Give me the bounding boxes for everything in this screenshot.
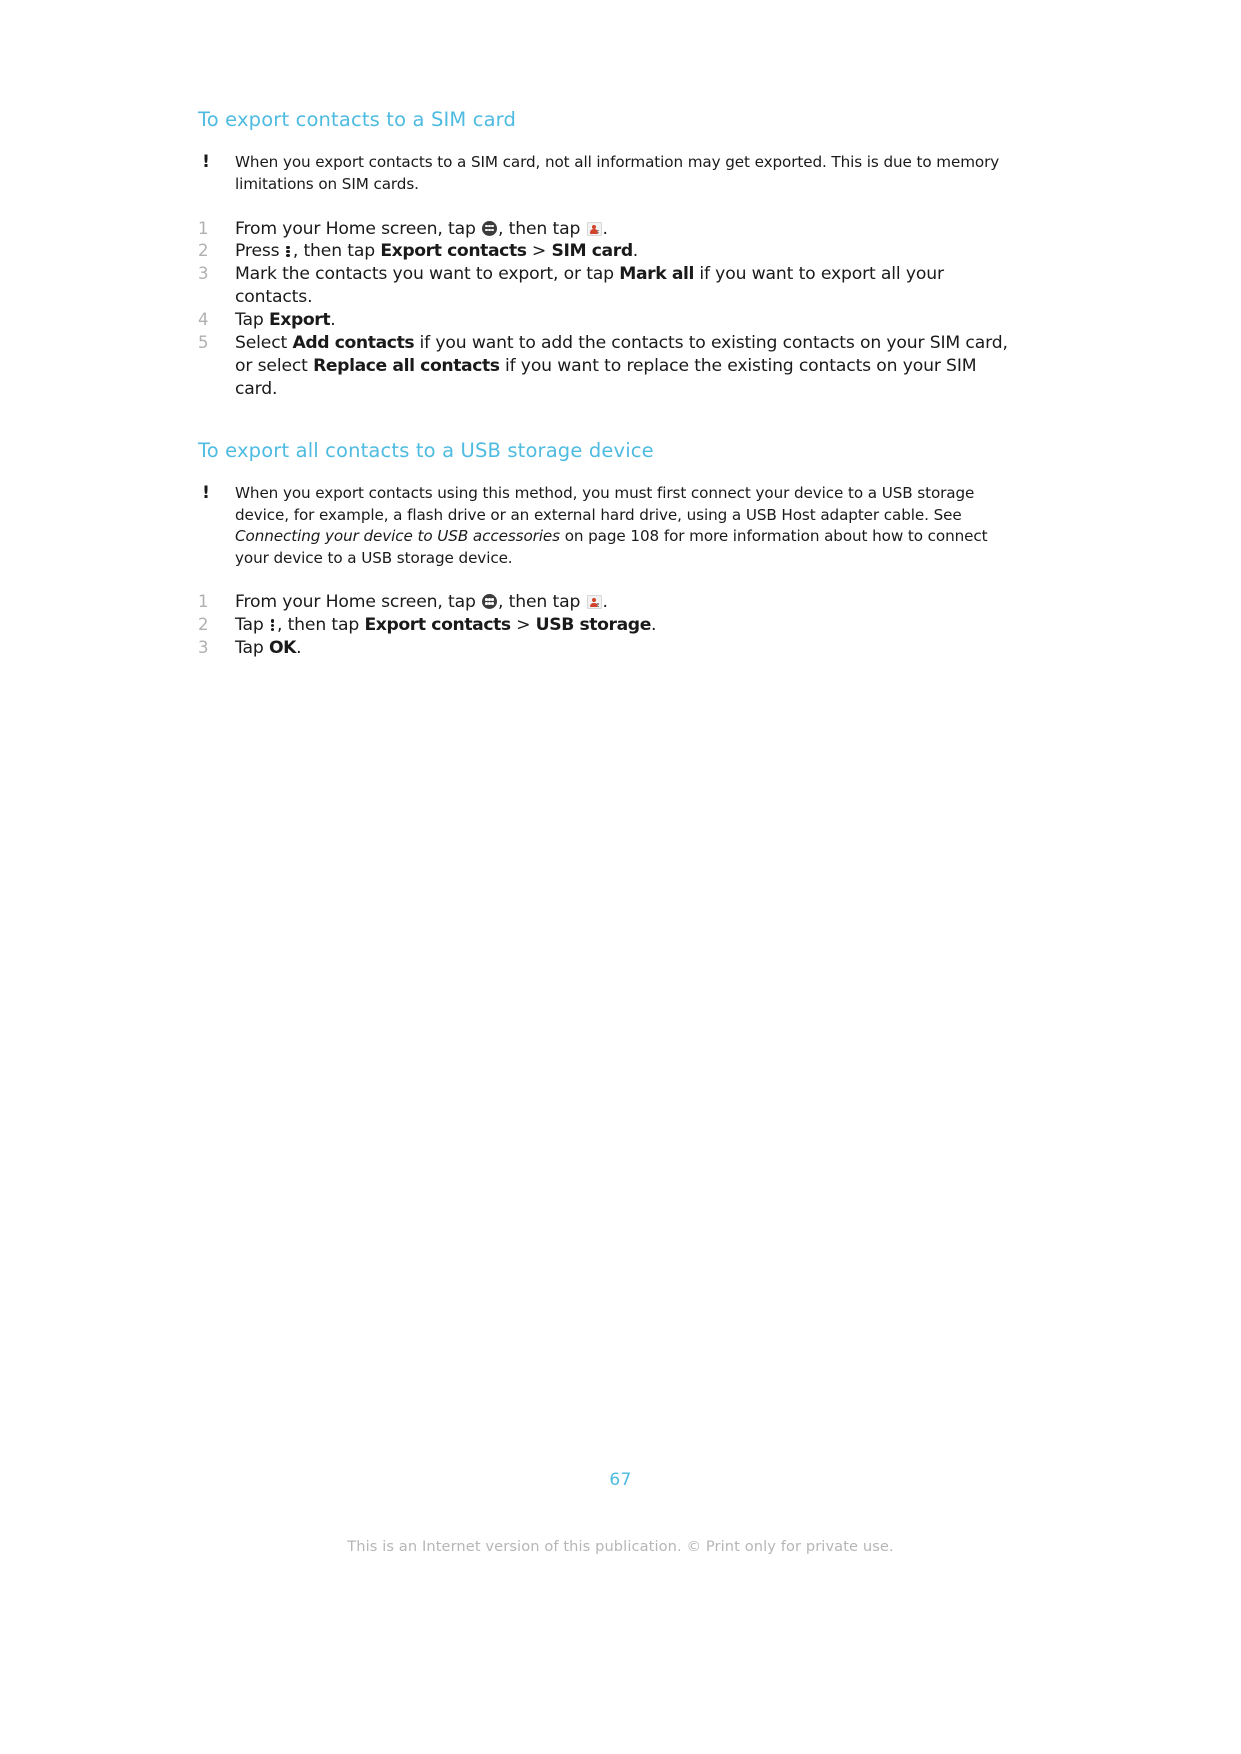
contacts-icon[interactable]	[586, 595, 602, 610]
menu-label-sim-card: SIM card	[551, 241, 634, 262]
step-item: 1 From your Home screen, tap , then tap .	[198, 218, 1008, 241]
cross-reference-link[interactable]: Connecting your device to USB accessorie…	[235, 527, 560, 545]
menu-label-export: Export	[268, 310, 331, 331]
step-number: 2	[198, 615, 209, 635]
note-text-before: When you export contacts using this meth…	[235, 483, 975, 524]
step-item: 4 Tap Export.	[198, 309, 1008, 332]
step-text: From your Home screen, tap	[235, 592, 482, 613]
step-text: From your Home screen, tap	[235, 218, 482, 239]
step-text: Tap	[235, 310, 269, 331]
step-number: 4	[198, 310, 209, 330]
section-export-usb-storage: To export all contacts to a USB storage …	[198, 439, 1008, 660]
step-number: 3	[198, 264, 209, 284]
step-text: .	[330, 310, 336, 331]
step-text: .	[602, 592, 608, 613]
step-text: >	[510, 615, 536, 636]
section-export-sim-card: To export contacts to a SIM card ! When …	[198, 108, 1008, 401]
step-text: .	[602, 218, 608, 239]
step-item: 2 Tap , then tap Export contacts > USB st…	[198, 614, 1008, 637]
step-text: .	[632, 241, 639, 262]
overflow-menu-icon[interactable]	[270, 617, 275, 632]
step-text: .	[296, 638, 302, 658]
note-usb-storage-text: When you export contacts using this meth…	[235, 484, 988, 567]
menu-label-export-contacts: Export contacts	[380, 241, 527, 262]
step-text: , then tap	[498, 592, 586, 613]
note-sim-card-text: When you export contacts to a SIM card, …	[235, 153, 1000, 193]
step-item: 1 From your Home screen, tap , then tap .	[198, 591, 1008, 614]
step-text: Tap	[235, 615, 269, 636]
step-item: 5 Select Add contacts if you want to add …	[198, 332, 1008, 401]
contacts-icon[interactable]	[586, 221, 602, 236]
menu-label-ok: OK	[268, 638, 297, 658]
exclamation-icon: !	[202, 482, 210, 503]
menu-label-add-contacts: Add contacts	[292, 332, 415, 353]
step-number: 5	[198, 332, 209, 352]
section-title-export-usb-storage: To export all contacts to a USB storage …	[198, 438, 654, 462]
overflow-menu-icon[interactable]	[286, 243, 291, 258]
step-item: 2 Press , then tap Export contacts > SIM …	[198, 240, 1008, 263]
apps-grid-icon[interactable]	[482, 594, 498, 610]
document-page: To export contacts to a SIM card ! When …	[0, 0, 1241, 1754]
steps-list-sim-card: 1 From your Home screen, tap , then tap .…	[198, 218, 1008, 401]
section-title-export-sim-card: To export contacts to a SIM card	[198, 108, 517, 131]
step-text: .	[650, 615, 657, 636]
step-text: , then tap	[276, 615, 365, 636]
note-usb-storage: ! When you export contacts using this me…	[198, 483, 1008, 569]
menu-label-mark-all: Mark all	[619, 264, 695, 285]
step-text: , then tap	[498, 218, 586, 239]
menu-label-replace-all-contacts: Replace all contacts	[313, 355, 500, 376]
step-text: >	[526, 241, 552, 262]
apps-grid-icon[interactable]	[482, 220, 498, 236]
footer-copyright-note: This is an Internet version of this publ…	[347, 1538, 894, 1555]
step-text: Mark the contacts you want to export, or…	[235, 264, 620, 285]
exclamation-icon: !	[202, 152, 210, 173]
page-content: To export contacts to a SIM card ! When …	[198, 108, 1008, 660]
page-number: 67	[609, 1470, 632, 1490]
menu-label-usb-storage: USB storage	[535, 615, 652, 636]
step-item: 3 Tap OK.	[198, 637, 1008, 660]
step-number: 3	[198, 638, 209, 657]
note-sim-card: ! When you export contacts to a SIM card…	[198, 152, 1008, 195]
menu-label-export-contacts: Export contacts	[364, 615, 511, 636]
steps-list-usb-storage: 1 From your Home screen, tap , then tap .…	[198, 591, 1008, 660]
step-text: Select	[235, 332, 293, 353]
step-number: 2	[198, 241, 209, 261]
step-item: 3 Mark the contacts you want to export, o…	[198, 263, 1008, 309]
step-number: 1	[198, 218, 209, 238]
step-text: , then tap	[292, 241, 381, 262]
step-number: 1	[198, 592, 209, 612]
step-text: Press	[235, 241, 285, 262]
step-text: Tap	[235, 638, 269, 658]
